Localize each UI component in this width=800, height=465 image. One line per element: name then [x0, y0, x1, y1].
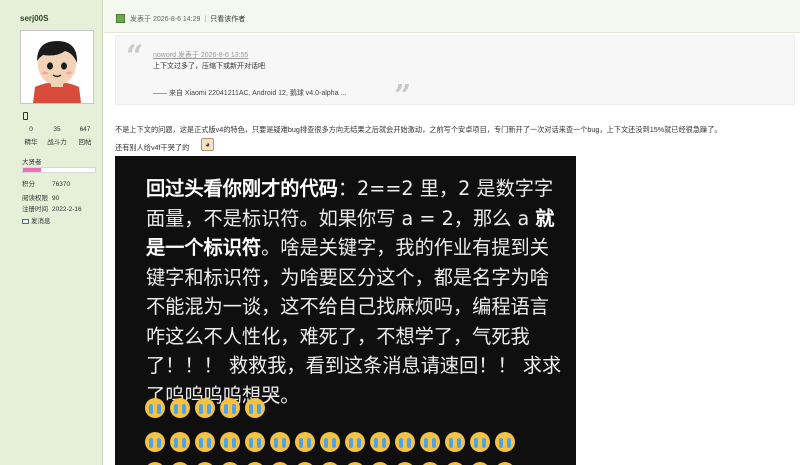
image-text-part-2: 。啥是关键字，我的作业有提到关键字和标识符，为啥要区分这个，都是名字为啥不能混为…: [146, 236, 562, 407]
level-progress-bar: [22, 167, 96, 173]
register-time-label: 注册时间: [22, 206, 48, 213]
crying-face-icon: [145, 398, 165, 418]
crying-face-icon: [170, 432, 190, 452]
level-progress-fill: [23, 168, 41, 172]
read-permission-row: 阅读权限 90: [22, 192, 59, 202]
crying-face-icon: [170, 398, 190, 418]
crying-face-icon: [195, 398, 215, 418]
crying-face-icon: [270, 432, 290, 452]
stat-digest[interactable]: 0 精华: [18, 126, 44, 146]
quote-open-icon: “: [126, 39, 144, 74]
read-permission-value: 90: [52, 195, 60, 202]
post-text-line-1: 不是上下文的问题，这是正式版v4的特色，只要是疑难bug排查很多方向无结果之后就…: [115, 125, 722, 134]
crying-face-icon: [195, 432, 215, 452]
user-level-title: 大贤者: [22, 159, 42, 166]
send-message-link[interactable]: 发消息: [22, 215, 51, 225]
crying-face-icon: [145, 432, 165, 452]
quote-block: “ noword 发表于 2026-8-6 13:55 上下文过多了，压缩下或新…: [115, 35, 795, 112]
post-time: 发表于 2026-8-6 14:29: [130, 16, 201, 23]
only-author-link[interactable]: 只看该作者: [210, 16, 245, 23]
image-text: 回过头看你刚才的代码：2==2 里，2 是数字字面量，不是标识符。如果你写 a …: [146, 174, 566, 410]
mobile-icon: [23, 112, 28, 120]
points-row: 积分 76370: [22, 178, 70, 188]
quote-close-icon: ”: [394, 79, 412, 114]
crying-face-icon: [220, 398, 240, 418]
points-value: 76370: [52, 181, 71, 188]
send-message-label: 发消息: [31, 218, 51, 225]
quote-text: 上下文过多了，压缩下或新开对话吧: [153, 63, 265, 70]
stat-replies[interactable]: 647 回帖: [72, 126, 98, 146]
image-text-bold-1: 回过头看你刚才的代码: [146, 177, 338, 200]
crying-face-icon: [220, 432, 240, 452]
stat-power-label: 战斗力: [47, 139, 67, 146]
crying-face-icon: [320, 432, 340, 452]
emoji-row-1: [145, 398, 265, 418]
stat-power-value: 35: [53, 126, 61, 133]
post-image[interactable]: 回过头看你刚才的代码：2==2 里，2 是数字字面量，不是标识符。如果你写 a …: [115, 156, 576, 465]
quote-author-link[interactable]: noword 发表于 2026-8-6 13:55: [153, 50, 248, 60]
post-header: 发表于 2026-8-6 14:29 | 只看该作者: [104, 0, 800, 33]
crying-face-icon: [245, 432, 265, 452]
crying-face-icon: [345, 432, 365, 452]
crying-face-icon: [395, 432, 415, 452]
stat-replies-label: 回帖: [78, 139, 92, 146]
register-time-row: 注册时间 2022-2-16: [22, 203, 82, 213]
emoji-row-2: [145, 432, 515, 452]
crying-face-icon: [445, 432, 465, 452]
stat-digest-label: 精华: [24, 139, 38, 146]
meta-separator: |: [204, 16, 207, 23]
stat-power[interactable]: 35 战斗力: [44, 126, 70, 146]
crying-face-icon: [420, 432, 440, 452]
crying-face-icon: [495, 432, 515, 452]
stat-digest-value: 0: [29, 126, 33, 133]
crying-face-icon: [245, 398, 265, 418]
read-permission-label: 阅读权限: [22, 195, 48, 202]
post-text-line-2: 还有别人给v4f干哭了的: [115, 143, 190, 152]
sticker-icon: ◕: [201, 138, 214, 151]
register-time-value: 2022-2-16: [52, 206, 82, 213]
stat-replies-value: 647: [79, 126, 91, 133]
crying-face-icon: [295, 432, 315, 452]
username[interactable]: serj00S: [20, 14, 48, 23]
quote-signature: —— 来自 Xiaomi 22041211AC, Android 12, 鹅球 …: [153, 90, 347, 97]
user-sidebar: serj00S 0 精华 35 战斗力 647 回帖 大贤者 积分 76370 …: [0, 0, 103, 465]
points-label: 积分: [22, 181, 35, 188]
crying-face-icon: [370, 432, 390, 452]
crying-face-icon: [470, 432, 490, 452]
avatar[interactable]: [20, 30, 94, 104]
post-meta: 发表于 2026-8-6 14:29 | 只看该作者: [130, 14, 245, 24]
online-status-icon: [116, 14, 125, 23]
avatar-image: [21, 31, 93, 103]
envelope-icon: [22, 218, 29, 224]
